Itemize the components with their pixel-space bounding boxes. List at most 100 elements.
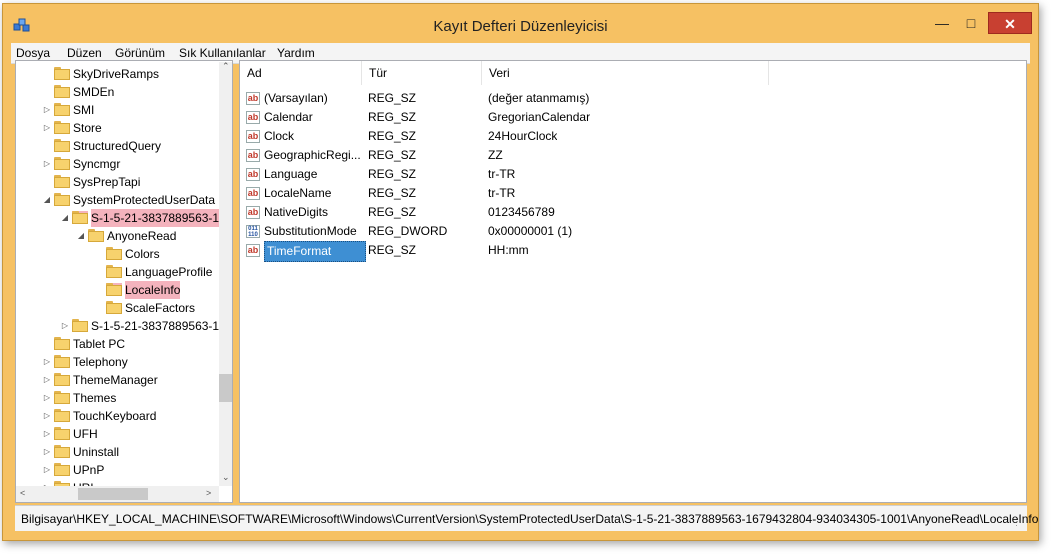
value-row[interactable]: ab TimeFormat REG_SZ HH:mm bbox=[240, 241, 1020, 262]
values-list-pane[interactable]: Ad Tür Veri ab (Varsayılan) REG_SZ (değer a… bbox=[239, 60, 1027, 503]
title-bar[interactable]: Kayıt Defteri Düzenleyicisi — □ ✕ bbox=[3, 4, 1038, 42]
value-name: NativeDigits bbox=[264, 205, 329, 219]
folder-icon bbox=[54, 391, 70, 404]
tree-vertical-scrollbar[interactable]: ⌃ ⌄ bbox=[219, 61, 232, 486]
expand-icon[interactable]: ▷ bbox=[42, 461, 52, 479]
value-row[interactable]: ab (Varsayılan) REG_SZ (değer atanmamış) bbox=[240, 89, 1020, 108]
tree-item-label: Tablet PC bbox=[73, 337, 126, 351]
column-header-data[interactable]: Veri bbox=[482, 61, 769, 85]
tree-item[interactable]: ▷ SMI bbox=[42, 101, 94, 119]
value-name: TimeFormat bbox=[264, 241, 366, 262]
tree-horizontal-scrollbar[interactable]: < > bbox=[16, 486, 219, 502]
value-row[interactable]: ab GeographicRegi... REG_SZ ZZ bbox=[240, 146, 1020, 165]
value-row[interactable]: ab Clock REG_SZ 24HourClock bbox=[240, 127, 1020, 146]
expand-icon[interactable]: ▷ bbox=[42, 371, 52, 389]
column-header-name[interactable]: Ad bbox=[240, 61, 362, 85]
expand-icon[interactable]: ▷ bbox=[42, 119, 52, 137]
value-type: REG_DWORD bbox=[368, 224, 448, 238]
tree-item[interactable]: ◢ AnyoneRead bbox=[76, 227, 176, 245]
resize-grip-icon[interactable]: ⋰ bbox=[1015, 517, 1024, 528]
column-header-type[interactable]: Tür bbox=[362, 61, 482, 85]
string-value-icon: ab bbox=[246, 92, 260, 105]
tree-item[interactable]: ▷ Syncmgr bbox=[42, 155, 120, 173]
value-row[interactable]: 011 110 SubstitutionMode REG_DWORD 0x000000… bbox=[240, 222, 1020, 241]
tree-item[interactable]: ▷ UPnP bbox=[42, 461, 104, 479]
tree-horizontal-scroll-thumb[interactable] bbox=[78, 488, 148, 500]
key-tree-pane[interactable]: SkyDriveRamps SMDEn ▷ SMI ▷ Store StructuredQu… bbox=[15, 60, 233, 503]
string-value-icon: ab bbox=[246, 187, 260, 200]
tree-item-label: Themes bbox=[73, 391, 117, 405]
scroll-down-icon[interactable]: ⌄ bbox=[222, 472, 230, 483]
folder-icon bbox=[54, 445, 70, 458]
tree-item[interactable]: StructuredQuery bbox=[42, 137, 161, 155]
status-path: Bilgisayar\HKEY_LOCAL_MACHINE\SOFTWARE\M… bbox=[21, 512, 1039, 526]
string-value-icon: ab bbox=[246, 244, 260, 257]
tree-item[interactable]: ▷ S-1-5-21-3837889563-16 bbox=[60, 317, 226, 335]
tree-item-label: S-1-5-21-3837889563-16 bbox=[91, 319, 226, 333]
value-name: Calendar bbox=[264, 110, 313, 124]
expand-icon[interactable]: ▷ bbox=[60, 317, 70, 335]
scroll-up-icon[interactable]: ⌃ bbox=[222, 61, 230, 72]
tree-item[interactable]: ▷ TouchKeyboard bbox=[42, 407, 156, 425]
collapse-icon[interactable]: ◢ bbox=[76, 227, 86, 245]
tree-item[interactable]: ▷ Store bbox=[42, 119, 102, 137]
folder-icon bbox=[72, 319, 88, 332]
scroll-left-icon[interactable]: < bbox=[20, 488, 25, 498]
value-row[interactable]: ab LocaleName REG_SZ tr-TR bbox=[240, 184, 1020, 203]
expand-icon[interactable]: ▷ bbox=[42, 425, 52, 443]
tree-item[interactable]: ▷ Themes bbox=[42, 389, 116, 407]
collapse-icon[interactable]: ◢ bbox=[42, 191, 52, 209]
folder-icon bbox=[88, 229, 104, 242]
tree-vertical-scroll-thumb[interactable] bbox=[219, 374, 232, 402]
menu-file[interactable]: Dosya bbox=[16, 46, 50, 60]
minimize-button[interactable]: — bbox=[928, 12, 956, 34]
folder-icon bbox=[54, 103, 70, 116]
tree-item-label: SysPrepTapi bbox=[73, 175, 141, 189]
menu-favorites[interactable]: Sık Kullanılanlar bbox=[179, 46, 266, 60]
value-data: 0123456789 bbox=[488, 205, 555, 219]
tree-item[interactable]: LocaleInfo bbox=[94, 281, 181, 299]
value-data: ZZ bbox=[488, 148, 503, 162]
folder-icon bbox=[54, 337, 70, 350]
value-row[interactable]: ab Calendar REG_SZ GregorianCalendar bbox=[240, 108, 1020, 127]
tree-item[interactable]: ▷ Telephony bbox=[42, 353, 128, 371]
tree-item[interactable]: SkyDriveRamps bbox=[42, 65, 159, 83]
tree-item[interactable]: ScaleFactors bbox=[94, 299, 195, 317]
tree-item[interactable]: LanguageProfile bbox=[94, 263, 212, 281]
expand-icon[interactable]: ▷ bbox=[42, 389, 52, 407]
scroll-right-icon[interactable]: > bbox=[206, 488, 211, 498]
expand-icon[interactable]: ▷ bbox=[42, 101, 52, 119]
value-row[interactable]: ab Language REG_SZ tr-TR bbox=[240, 165, 1020, 184]
expand-icon[interactable]: ▷ bbox=[42, 353, 52, 371]
tree-item[interactable]: ◢ SystemProtectedUserData bbox=[42, 191, 215, 209]
tree-item[interactable]: ▷ UFH bbox=[42, 425, 98, 443]
folder-icon bbox=[54, 175, 70, 188]
tree-item[interactable]: ▷ Uninstall bbox=[42, 443, 119, 461]
tree-item[interactable]: ◢ S-1-5-21-3837889563-16 bbox=[60, 209, 226, 227]
tree-item[interactable]: SysPrepTapi bbox=[42, 173, 140, 191]
expand-icon[interactable]: ▷ bbox=[42, 155, 52, 173]
menu-help[interactable]: Yardım bbox=[277, 46, 315, 60]
tree-item[interactable]: Colors bbox=[94, 245, 160, 263]
tree-item-label: Colors bbox=[125, 247, 160, 261]
value-data: tr-TR bbox=[488, 186, 516, 200]
menu-view[interactable]: Görünüm bbox=[115, 46, 165, 60]
close-button[interactable]: ✕ bbox=[988, 12, 1032, 34]
maximize-button[interactable]: □ bbox=[957, 12, 985, 34]
menu-edit[interactable]: Düzen bbox=[67, 46, 102, 60]
folder-icon bbox=[54, 427, 70, 440]
string-value-icon: ab bbox=[246, 206, 260, 219]
value-data: tr-TR bbox=[488, 167, 516, 181]
value-name: GeographicRegi... bbox=[264, 148, 360, 162]
value-data: 24HourClock bbox=[488, 129, 558, 143]
string-value-icon: ab bbox=[246, 130, 260, 143]
folder-icon bbox=[54, 85, 70, 98]
tree-item[interactable]: SMDEn bbox=[42, 83, 114, 101]
expand-icon[interactable]: ▷ bbox=[42, 407, 52, 425]
value-row[interactable]: ab NativeDigits REG_SZ 0123456789 bbox=[240, 203, 1020, 222]
collapse-icon[interactable]: ◢ bbox=[60, 209, 70, 227]
tree-item[interactable]: Tablet PC bbox=[42, 335, 125, 353]
tree-item-label: UPnP bbox=[73, 463, 105, 477]
tree-item[interactable]: ▷ ThemeManager bbox=[42, 371, 158, 389]
expand-icon[interactable]: ▷ bbox=[42, 443, 52, 461]
